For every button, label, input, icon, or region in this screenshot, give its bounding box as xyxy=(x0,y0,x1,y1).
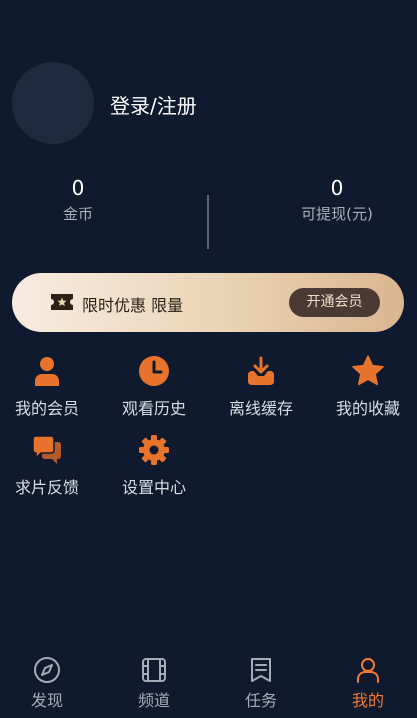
withdrawable-stat[interactable]: 0 可提现(元) xyxy=(267,176,407,224)
ticket-icon xyxy=(51,294,73,310)
user-icon xyxy=(35,357,59,386)
download-icon xyxy=(248,356,274,385)
nav-channel[interactable]: 频道 xyxy=(114,656,194,711)
nav-label: 任务 xyxy=(244,691,277,710)
star-icon xyxy=(352,355,384,386)
grid-label: 离线缓存 xyxy=(228,399,293,418)
grid-item-offline-cache[interactable]: 离线缓存 xyxy=(211,355,311,419)
vip-banner[interactable]: 限时优惠 限量 开通会员 xyxy=(12,273,404,332)
grid-item-settings[interactable]: 设置中心 xyxy=(104,434,204,498)
nav-discover[interactable]: 发现 xyxy=(7,656,87,711)
nav-mine[interactable]: 我的 xyxy=(328,656,408,711)
compass-icon xyxy=(34,657,60,683)
login-register-link[interactable]: 登录/注册 xyxy=(110,90,197,119)
profile-screen: 登录/注册 0 金币 0 可提现(元) 限时优惠 限量 开通会员 我的会员 观看… xyxy=(0,0,417,718)
grid-item-my-membership[interactable]: 我的会员 xyxy=(0,355,97,419)
person-icon xyxy=(357,658,379,683)
nav-label: 我的 xyxy=(351,691,384,710)
stats-divider xyxy=(207,195,209,249)
grid-label: 观看历史 xyxy=(121,399,186,418)
avatar[interactable] xyxy=(12,62,94,144)
grid-label: 我的收藏 xyxy=(335,399,400,418)
coins-value: 0 xyxy=(71,176,85,200)
task-icon xyxy=(251,658,271,682)
coins-label: 金币 xyxy=(62,205,93,223)
grid-item-watch-history[interactable]: 观看历史 xyxy=(104,355,204,419)
grid-label: 我的会员 xyxy=(14,399,79,418)
nav-label: 频道 xyxy=(137,691,170,710)
nav-tasks[interactable]: 任务 xyxy=(221,656,301,711)
grid-label: 求片反馈 xyxy=(14,478,79,497)
nav-label: 发现 xyxy=(30,691,63,710)
grid-label: 设置中心 xyxy=(121,478,186,497)
coins-stat[interactable]: 0 金币 xyxy=(8,176,148,224)
grid-item-my-favorites[interactable]: 我的收藏 xyxy=(318,355,417,419)
grid-item-request-feedback[interactable]: 求片反馈 xyxy=(0,434,97,498)
film-icon xyxy=(142,658,166,682)
chat-icon xyxy=(32,435,61,464)
bottom-nav: 发现 频道 任务 我的 xyxy=(0,648,417,718)
open-vip-button[interactable]: 开通会员 xyxy=(289,288,380,317)
clock-icon xyxy=(139,356,169,386)
withdrawable-value: 0 xyxy=(330,176,344,200)
vip-promo-text: 限时优惠 限量 xyxy=(82,296,184,315)
gear-icon xyxy=(139,435,169,465)
withdrawable-label: 可提现(元) xyxy=(301,205,373,223)
